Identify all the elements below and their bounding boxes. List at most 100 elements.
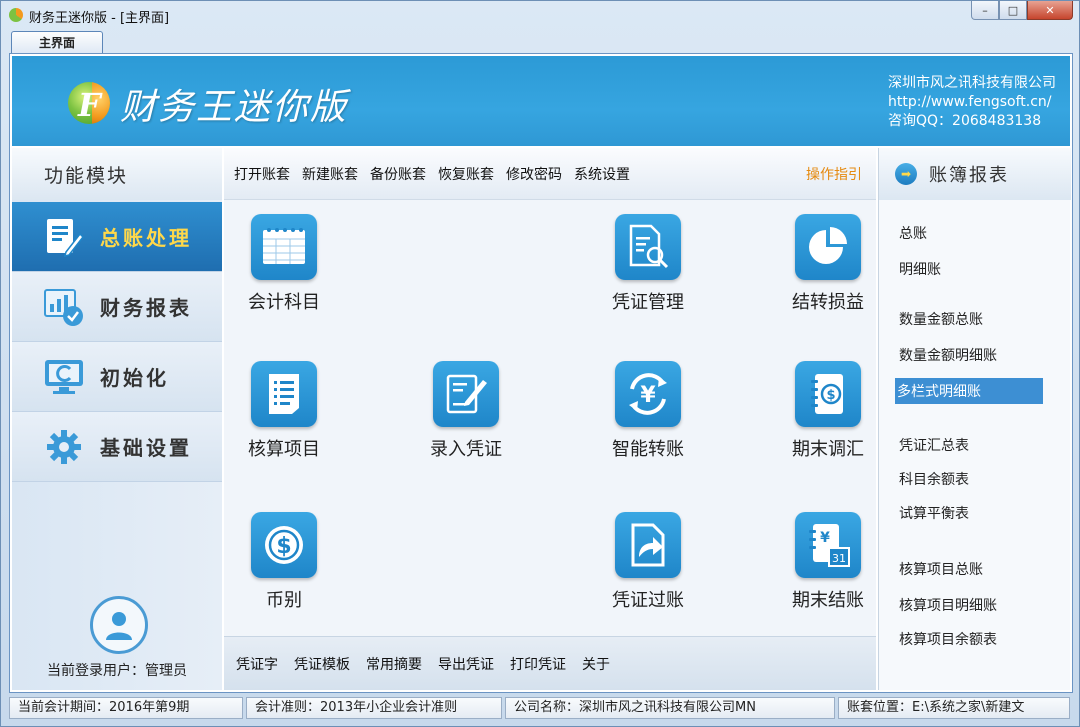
tile-period-end-closing[interactable]: ¥31 期末结账 <box>768 512 888 612</box>
tile-currency[interactable]: $ 币别 <box>224 512 344 612</box>
voucher-template-button[interactable]: 凭证模板 <box>294 654 350 674</box>
company-qq: 咨询QQ：2068483138 <box>888 113 1042 129</box>
close-button[interactable]: ✕ <box>1027 1 1073 20</box>
tile-accounting-subjects[interactable]: 会计科目 <box>224 214 344 314</box>
ledger-reports-panel: ➡ 账簿报表 总账 明细账 数量金额总账 数量金额明细账 多栏式明细账 凭证汇总… <box>878 148 1071 690</box>
company-name: 深圳市风之讯科技有限公司 <box>888 75 1056 91</box>
pen-document-icon <box>433 361 499 427</box>
report-link-subject-balance[interactable]: 科目余额表 <box>897 466 971 492</box>
tile-voucher-posting[interactable]: 凭证过账 <box>588 512 708 612</box>
pie-chart-icon <box>795 214 861 280</box>
backup-account-set-button[interactable]: 备份账套 <box>370 164 426 184</box>
brand-logo-icon: F <box>68 82 110 124</box>
module-general-ledger[interactable]: 总账处理 <box>12 202 222 272</box>
report-link-trial-balance[interactable]: 试算平衡表 <box>897 500 971 526</box>
tab-main[interactable]: 主界面 <box>11 31 103 53</box>
maximize-button[interactable]: □ <box>999 1 1027 20</box>
tile-label: 录入凭证 <box>430 439 502 460</box>
arrow-right-icon: ➡ <box>895 163 917 185</box>
module-panel-header: 功能模块 <box>12 148 222 200</box>
post-arrow-icon <box>615 512 681 578</box>
status-period: 当前会计期间：2016年第9期 <box>9 697 243 719</box>
document-search-icon <box>615 214 681 280</box>
voucher-word-button[interactable]: 凭证字 <box>236 654 278 674</box>
change-password-button[interactable]: 修改密码 <box>506 164 562 184</box>
status-account-set-location: 账套位置：E:\系统之家\新建文 <box>838 697 1070 719</box>
bottom-toolbar: 凭证字 凭证模板 常用摘要 导出凭证 打印凭证 关于 <box>224 636 876 690</box>
report-link-item-detail-ledger[interactable]: 核算项目明细账 <box>897 592 999 618</box>
company-info: 深圳市风之讯科技有限公司 http://www.fengsoft.cn/ 咨询Q… <box>888 74 1056 131</box>
calendar-yen-icon: ¥31 <box>795 512 861 578</box>
workspace: 打开账套 新建账套 备份账套 恢复账套 修改密码 系统设置 操作指引 会计科目 … <box>224 148 876 690</box>
module-label: 财务报表 <box>100 296 192 320</box>
module-panel: 功能模块 总账处理 财务报表 初始化 基础设置 当前登录用户：管理员 <box>12 148 222 690</box>
app-name: 财务王迷你版 <box>120 87 349 128</box>
restore-account-set-button[interactable]: 恢复账套 <box>438 164 494 184</box>
window-title: 财务王迷你版 - [主界面] <box>29 11 170 26</box>
tile-accounting-items[interactable]: 核算项目 <box>224 361 344 461</box>
minimize-button[interactable]: – <box>971 1 999 20</box>
about-button[interactable]: 关于 <box>582 654 610 674</box>
svg-text:$: $ <box>276 534 291 559</box>
report-link-qty-amount-general[interactable]: 数量金额总账 <box>897 306 985 332</box>
tile-label: 凭证管理 <box>612 292 684 313</box>
tile-period-end-exchange-adjust[interactable]: $ 期末调汇 <box>768 361 888 461</box>
open-account-set-button[interactable]: 打开账套 <box>234 164 290 184</box>
top-toolbar: 打开账套 新建账套 备份账套 恢复账套 修改密码 系统设置 操作指引 <box>224 148 876 200</box>
operation-guide-link[interactable]: 操作指引 <box>806 164 862 184</box>
tile-voucher-management[interactable]: 凭证管理 <box>588 214 708 314</box>
print-voucher-button[interactable]: 打印凭证 <box>510 654 566 674</box>
tile-label: 智能转账 <box>612 439 684 460</box>
calendar-day: 31 <box>832 552 846 565</box>
common-summary-button[interactable]: 常用摘要 <box>366 654 422 674</box>
spreadsheet-icon <box>251 214 317 280</box>
user-avatar[interactable] <box>90 596 148 654</box>
svg-text:$: $ <box>826 388 835 403</box>
module-basic-settings[interactable]: 基础设置 <box>12 412 222 482</box>
report-check-icon <box>42 285 86 329</box>
tile-smart-transfer[interactable]: ¥ 智能转账 <box>588 361 708 461</box>
company-url: http://www.fengsoft.cn/ <box>888 94 1052 110</box>
current-user-label: 当前登录用户：管理员 <box>47 663 187 679</box>
report-link-item-general-ledger[interactable]: 核算项目总账 <box>897 556 985 582</box>
monitor-refresh-icon <box>42 355 86 399</box>
report-link-multi-column-detail[interactable]: 多栏式明细账 <box>895 378 1043 404</box>
report-link-item-balance[interactable]: 核算项目余额表 <box>897 626 999 652</box>
yen-cycle-icon: ¥ <box>615 361 681 427</box>
system-settings-button[interactable]: 系统设置 <box>574 164 630 184</box>
main-frame: F 财务王迷你版 深圳市风之讯科技有限公司 http://www.fengsof… <box>9 53 1073 693</box>
module-financial-reports[interactable]: 财务报表 <box>12 272 222 342</box>
ledger-edit-icon <box>42 215 86 259</box>
status-accounting-standard: 会计准则：2013年小企业会计准则 <box>246 697 502 719</box>
report-link-voucher-summary[interactable]: 凭证汇总表 <box>897 432 971 458</box>
app-window: 财务王迷你版 - [主界面] – □ ✕ 主界面 F 财务王迷你版 深圳市风之讯… <box>0 0 1080 727</box>
dollar-coin-icon: $ <box>251 512 317 578</box>
dollar-notebook-icon: $ <box>795 361 861 427</box>
window-controls: – □ ✕ <box>971 1 1073 21</box>
tile-enter-voucher[interactable]: 录入凭证 <box>406 361 526 461</box>
new-account-set-button[interactable]: 新建账套 <box>302 164 358 184</box>
tile-label: 结转损益 <box>792 292 864 313</box>
export-voucher-button[interactable]: 导出凭证 <box>438 654 494 674</box>
module-initialization[interactable]: 初始化 <box>12 342 222 412</box>
report-link-general-ledger[interactable]: 总账 <box>897 220 929 246</box>
title-bar[interactable]: 财务王迷你版 - [主界面] – □ ✕ <box>1 1 1079 29</box>
tile-label: 期末结账 <box>792 590 864 611</box>
tile-label: 币别 <box>266 590 302 611</box>
status-company-name: 公司名称：深圳市风之讯科技有限公司MN <box>505 697 835 719</box>
tile-label: 核算项目 <box>248 439 320 460</box>
tile-label: 会计科目 <box>248 292 320 313</box>
header-banner: F 财务王迷你版 深圳市风之讯科技有限公司 http://www.fengsof… <box>12 56 1070 146</box>
report-link-qty-amount-detail[interactable]: 数量金额明细账 <box>897 342 999 368</box>
svg-text:¥: ¥ <box>640 383 656 408</box>
tile-label: 期末调汇 <box>792 439 864 460</box>
gear-icon <box>42 425 86 469</box>
ledger-reports-header: ➡ 账簿报表 <box>879 148 1071 200</box>
svg-text:¥: ¥ <box>820 530 830 546</box>
module-label: 初始化 <box>100 366 169 390</box>
module-label: 基础设置 <box>100 436 192 460</box>
app-logo-icon <box>9 8 23 22</box>
report-link-detail-ledger[interactable]: 明细账 <box>897 256 943 282</box>
tile-profit-loss-carryover[interactable]: 结转损益 <box>768 214 888 314</box>
module-label: 总账处理 <box>100 226 192 250</box>
